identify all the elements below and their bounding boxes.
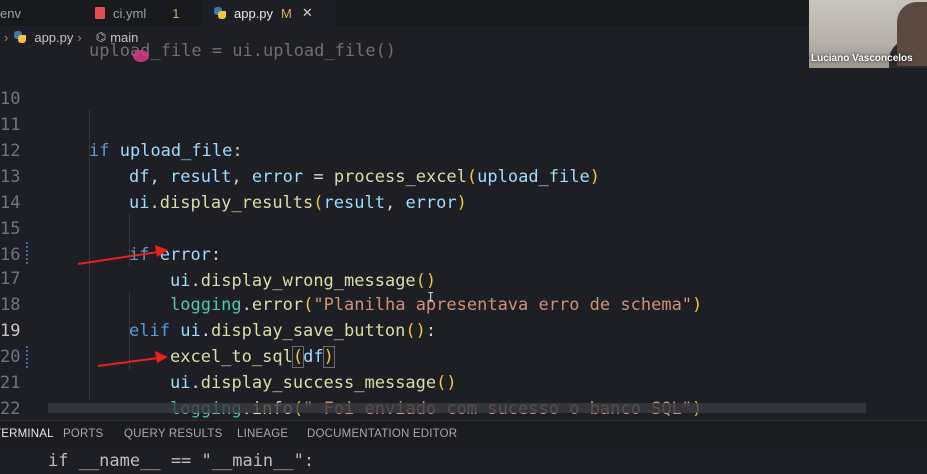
tab-query-results[interactable]: QUERY RESULTS: [124, 428, 222, 440]
tab-documentation-editor[interactable]: DOCUMENTATION EDITOR: [307, 428, 457, 440]
code-text: if __name__ == "__main__":: [48, 451, 315, 471]
presenter-name: Luciano Vasconcelos: [811, 53, 913, 64]
red-arrow-icon: [97, 351, 168, 367]
tab-terminal[interactable]: TERMINAL: [0, 428, 54, 440]
tab-lineage[interactable]: LINEAGE: [237, 428, 288, 440]
red-arrow-icon: [77, 245, 168, 265]
bottom-panel-tabs: TERMINAL PORTS QUERY RESULTS LINEAGE DOC…: [0, 420, 927, 447]
annotation-arrows: [77, 245, 168, 367]
webcam-overlay: Luciano Vasconcelos: [809, 0, 927, 68]
tab-ports[interactable]: PORTS: [63, 428, 103, 440]
